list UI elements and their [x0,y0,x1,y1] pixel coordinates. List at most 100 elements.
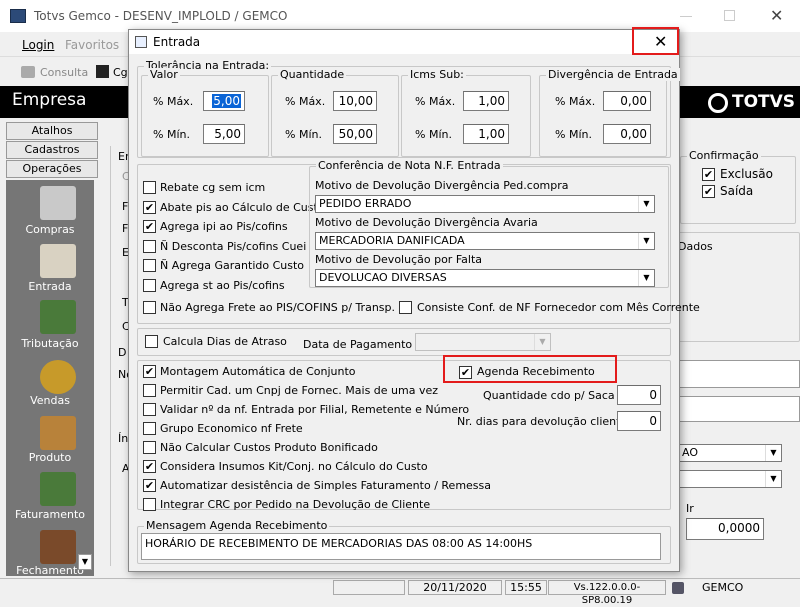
main-close-icon[interactable]: ✕ [770,6,783,25]
dados-label: Dados [678,240,713,253]
option-checkbox[interactable]: ✔ [143,460,156,473]
status-date: 20/11/2020 [408,580,502,595]
sidebar-panel: Compras Entrada Tributação Vendas Produt… [6,180,94,576]
chevron-down-icon: ▼ [638,233,654,249]
toolbar-cg[interactable]: Cg [113,66,128,79]
tributacao-icon[interactable] [40,300,76,334]
exclusao-label: Exclusão [720,167,773,181]
sidebar: Atalhos Cadastros Operações Compras Entr… [0,118,104,578]
quantidade-max-field[interactable]: 10,00 [333,91,377,111]
option-checkbox[interactable]: ✔ [143,200,156,214]
valor-group: Valor [141,68,269,157]
calcula-dias-label: Calcula Dias de Atraso [163,335,287,348]
exclusao-checkbox[interactable]: ✔ [702,168,715,181]
quantidade-min-field[interactable]: 50,00 [333,124,377,144]
option-checkbox[interactable] [143,259,156,272]
option-checkbox[interactable] [143,422,156,435]
bg-white-field-2[interactable] [674,396,800,422]
valor-label: Valor [148,68,180,81]
sidebar-scroll-down[interactable]: ▼ [78,554,92,570]
bg-combo-2[interactable]: ▼ [678,470,782,488]
option-checkbox[interactable] [143,384,156,397]
minimize-icon[interactable] [680,16,692,17]
option-checkbox[interactable]: ✔ [143,479,156,492]
menu-login[interactable]: Login [22,38,54,52]
bg-combo-value: AO [682,446,698,459]
tab-cadastros[interactable]: Cadastros [6,141,98,159]
option-checkbox[interactable] [143,403,156,416]
option-checkbox[interactable] [143,278,156,292]
produto-icon[interactable] [40,416,76,450]
icms-max-field[interactable]: 1,00 [463,91,509,111]
calcula-dias-checkbox[interactable] [145,335,158,348]
quantidade-max-label: % Máx. [285,95,326,108]
consulta-icon [21,66,35,78]
valor-max-label: % Máx. [153,95,194,108]
nao-agrega-frete-checkbox[interactable] [143,301,156,314]
save-icon [96,65,109,78]
conferencia-label: Conferência de Nota N.F. Entrada [316,159,503,172]
menu-favoritos[interactable]: Favoritos [65,38,119,52]
sidebar-item-tributacao[interactable]: Tributação [6,337,94,350]
consiste-conf-checkbox[interactable] [399,301,412,314]
nr-dias-field[interactable]: 0 [617,411,661,431]
bg-white-field-1[interactable] [674,360,800,388]
motivo3-label: Motivo de Devolução por Falta [315,253,482,266]
icms-group: Icms Sub: [401,68,531,157]
data-pagamento-select[interactable]: ▼ [415,333,551,351]
sidebar-item-faturamento[interactable]: Faturamento [6,508,94,521]
valor-max-value: 5,00 [212,94,241,108]
divergencia-max-field[interactable]: 0,00 [603,91,651,111]
divergencia-label: Divergência de Entrada [546,68,680,81]
motivo2-label: Motivo de Devolução Divergência Avaria [315,216,538,229]
sidebar-item-compras[interactable]: Compras [6,223,94,236]
quantidade-group: Quantidade [271,68,399,157]
motivo1-value: PEDIDO ERRADO [319,197,412,210]
toolbar-consulta[interactable]: Consulta [40,66,88,79]
dialog-title: Entrada [153,35,201,49]
maximize-icon[interactable] [724,10,735,21]
valor-min-field[interactable]: 5,00 [203,124,245,144]
option-label: Permitir Cad. um Cnpj de Fornec. Mais de… [160,384,439,397]
ir-value-field[interactable]: 0,0000 [686,518,764,540]
divergencia-min-field[interactable]: 0,00 [603,124,651,144]
sidebar-item-produto[interactable]: Produto [6,451,94,464]
tab-operacoes[interactable]: Operações [6,160,98,178]
saida-checkbox[interactable]: ✔ [702,185,715,198]
chevron-down-icon: ▼ [765,445,781,461]
bg-combo[interactable]: AO ▼ [678,444,782,462]
network-icon [672,582,684,594]
motivo2-select[interactable]: MERCADORIA DANIFICADA ▼ [315,232,655,250]
sidebar-item-vendas[interactable]: Vendas [6,394,94,407]
option-label: Agrega ipi ao Pis/cofins [160,220,288,233]
entrada-icon[interactable] [40,244,76,278]
bg-frag-in: Ín [118,432,129,445]
divergencia-min-label: % Mín. [555,128,592,141]
totvs-logo-text: TOTVS [732,92,796,112]
status-version: Vs.122.0.0.0-SP8.00.19 [548,580,666,606]
option-checkbox[interactable] [143,441,156,454]
chevron-down-icon: ▼ [534,334,550,350]
compras-icon[interactable] [40,186,76,220]
motivo3-select[interactable]: DEVOLUCAO DIVERSAS ▼ [315,269,655,287]
option-checkbox[interactable]: ✔ [143,365,156,378]
icms-min-field[interactable]: 1,00 [463,124,509,144]
data-pagamento-label: Data de Pagamento [303,338,413,351]
qtd-cdo-label: Quantidade cdo p/ Saca [483,389,615,402]
consiste-conf-label: Consiste Conf. de NF Fornecedor com Mês … [417,301,700,314]
tab-atalhos[interactable]: Atalhos [6,122,98,140]
valor-min-label: % Mín. [153,128,190,141]
motivo1-select[interactable]: PEDIDO ERRADO ▼ [315,195,655,213]
vendas-icon[interactable] [40,360,76,394]
header-title: Empresa [12,90,87,110]
faturamento-icon[interactable] [40,472,76,506]
mensagem-field[interactable]: HORÁRIO DE RECEBIMENTO DE MERCADORIAS DA… [141,533,661,560]
option-checkbox[interactable] [143,498,156,511]
fechamento-icon[interactable] [40,530,76,564]
qtd-cdo-field[interactable]: 0 [617,385,661,405]
valor-max-field[interactable]: 5,00 [203,91,245,111]
option-checkbox[interactable]: ✔ [143,220,156,233]
option-checkbox[interactable] [143,239,156,253]
sidebar-item-entrada[interactable]: Entrada [6,280,94,293]
option-checkbox[interactable] [143,181,156,194]
